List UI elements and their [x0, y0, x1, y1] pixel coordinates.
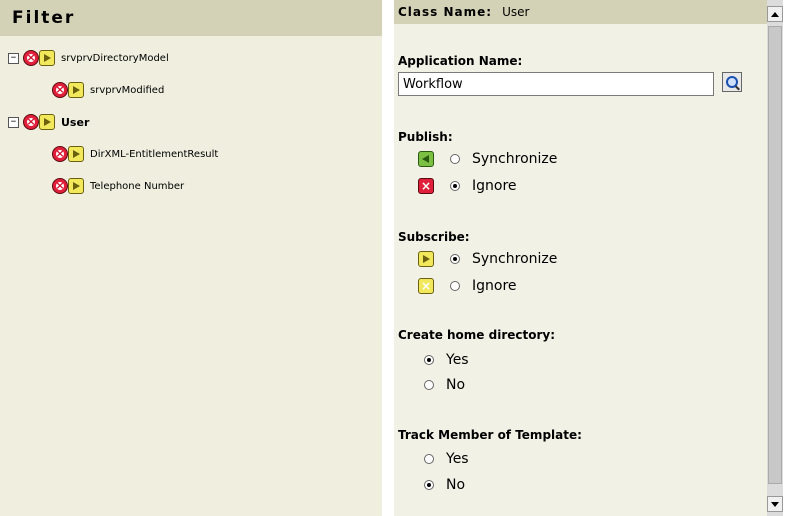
tree-item-user[interactable]: − User [8, 110, 89, 134]
search-icon [726, 76, 738, 88]
home-dir-yes-radio[interactable] [424, 355, 434, 365]
publish-synchronize-option[interactable]: Synchronize [418, 151, 557, 167]
option-label: Synchronize [472, 251, 558, 267]
arrow-down-icon [771, 501, 779, 507]
option-label: Ignore [472, 278, 517, 294]
collapse-toggle-icon[interactable]: − [8, 52, 19, 64]
tree-item-telephone-number[interactable]: Telephone Number [52, 174, 184, 198]
track-yes-option[interactable]: Yes [424, 451, 469, 467]
create-home-directory-label: Create home directory: [398, 328, 556, 342]
subscribe-ignore-option[interactable]: Ignore [418, 278, 517, 294]
home-dir-no-radio[interactable] [424, 380, 434, 390]
class-name-value: User [502, 5, 530, 19]
subscribe-label: Subscribe: [398, 230, 470, 244]
filter-state-icon [52, 82, 84, 98]
tree-item-label: srvprvModified [90, 84, 165, 96]
track-yes-radio[interactable] [424, 454, 434, 464]
publish-ignore-option[interactable]: Ignore [418, 178, 517, 194]
subscribe-ignore-radio[interactable] [450, 281, 460, 291]
application-name-label: Application Name: [398, 54, 523, 68]
publish-synchronize-radio[interactable] [450, 154, 460, 164]
tree-item-srvprvdirectorymodel[interactable]: − srvprvDirectoryModel [8, 46, 169, 70]
attribute-detail-panel: Class Name: User Application Name: Publi… [394, 0, 767, 516]
class-name-bar: Class Name: User [394, 0, 767, 24]
home-dir-yes-option[interactable]: Yes [424, 352, 469, 368]
filter-panel: Filter − srvprvDirectoryModel srvprvModi… [0, 0, 382, 516]
subscribe-synchronize-option[interactable]: Synchronize [418, 251, 557, 267]
subscribe-sync-icon [418, 251, 434, 267]
option-label: Yes [446, 352, 469, 368]
scrollbar-thumb[interactable] [768, 26, 782, 484]
filter-state-icon [52, 178, 84, 194]
home-dir-no-option[interactable]: No [424, 377, 465, 393]
track-no-radio[interactable] [424, 480, 434, 490]
publish-ignore-radio[interactable] [450, 181, 460, 191]
option-label: Ignore [472, 178, 517, 194]
filter-state-icon [23, 50, 55, 66]
class-name-label: Class Name: [398, 5, 493, 19]
tree-item-srvprvmodified[interactable]: srvprvModified [52, 78, 164, 102]
track-no-option[interactable]: No [424, 477, 465, 493]
scroll-down-button[interactable] [767, 496, 783, 512]
filter-state-icon [52, 146, 84, 162]
subscribe-ignore-icon [418, 278, 434, 294]
track-member-of-template-label: Track Member of Template: [398, 428, 582, 442]
option-label: No [446, 477, 466, 493]
publish-sync-icon [418, 151, 434, 167]
arrow-up-icon [771, 11, 779, 17]
tree-item-label: Telephone Number [90, 180, 185, 192]
tree-item-label: srvprvDirectoryModel [61, 52, 169, 64]
publish-ignore-icon [418, 178, 434, 194]
option-label: No [446, 377, 466, 393]
tree-item-dirxml-entitlementresult[interactable]: DirXML-EntitlementResult [52, 142, 218, 166]
collapse-toggle-icon[interactable]: − [8, 116, 19, 128]
tree-item-label: DirXML-EntitlementResult [90, 148, 219, 160]
filter-title: Filter [0, 0, 382, 36]
browse-button[interactable] [722, 72, 742, 92]
publish-label: Publish: [398, 130, 453, 144]
application-name-input[interactable] [398, 72, 714, 96]
vertical-scrollbar[interactable] [767, 0, 783, 516]
subscribe-synchronize-radio[interactable] [450, 254, 460, 264]
filter-state-icon [23, 114, 55, 130]
option-label: Synchronize [472, 151, 558, 167]
tree-item-label: User [61, 115, 90, 129]
option-label: Yes [446, 451, 469, 467]
scroll-up-button[interactable] [767, 6, 783, 22]
